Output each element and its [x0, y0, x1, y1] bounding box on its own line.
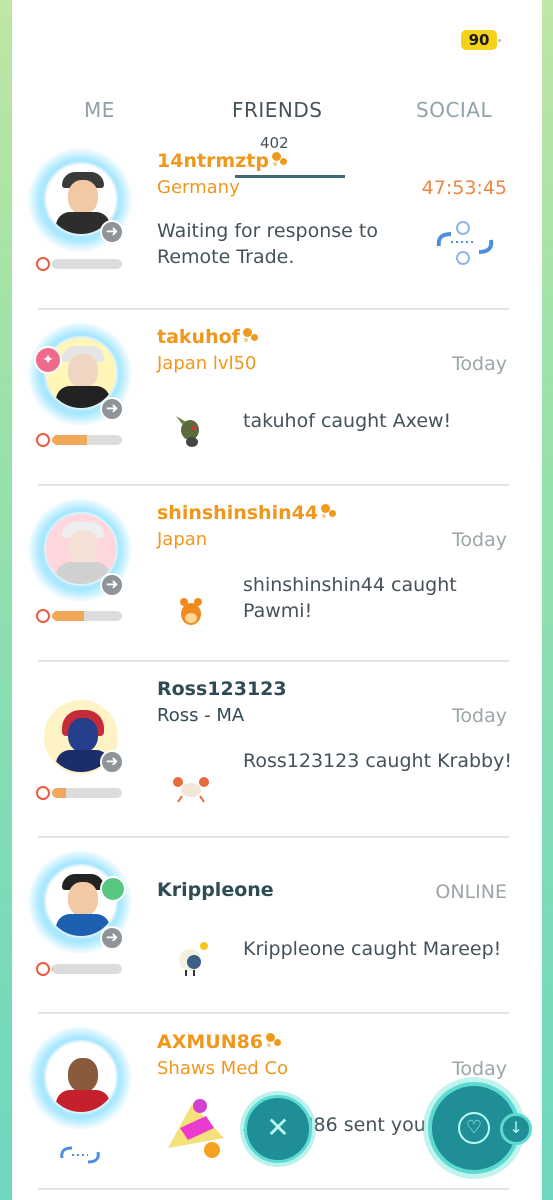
friend-subtitle: Ross - MA [157, 705, 245, 726]
friendship-bar [52, 259, 122, 269]
activity-message: Waiting for response to Remote Trade. [157, 220, 378, 268]
axew-icon [176, 416, 199, 447]
friend-subtitle: Shaws Med Co [157, 1058, 289, 1079]
heart-icon [36, 962, 50, 976]
trade-icon [60, 1146, 100, 1164]
heart-icon [36, 257, 50, 271]
download-icon: ↓ [509, 1118, 523, 1137]
friend-subtitle: Japan lvl50 [157, 353, 257, 374]
activity-message: Krippleone caught Mareep! [243, 938, 502, 960]
divider [38, 660, 509, 662]
online-status-icon [100, 876, 126, 902]
tab-friends[interactable]: FRIENDS [232, 98, 323, 122]
heart-icon [36, 786, 50, 800]
tab-underline [235, 175, 345, 178]
avatar-head [68, 1058, 98, 1092]
activity-message: shinshinshin44 caught Pawmi! [243, 574, 457, 622]
activity-message: takuhof caught Axew! [243, 410, 452, 432]
friend-name: Krippleone [157, 879, 274, 901]
friendship-bar [52, 788, 122, 798]
trade-icon [436, 221, 494, 265]
friend-name: 14ntrmztp [157, 150, 291, 172]
tab-social[interactable]: SOCIAL [416, 98, 492, 122]
gift-icon [168, 1099, 224, 1158]
friend-subtitle: Japan [157, 529, 208, 550]
avatar-head [68, 882, 98, 916]
avatar-head [68, 180, 98, 214]
open-profile-arrow-icon[interactable]: ➜ [100, 220, 124, 244]
last-active: Today [452, 353, 507, 375]
avatar-head [68, 530, 98, 564]
divider [38, 836, 509, 838]
friend-subtitle: Germany [157, 177, 240, 198]
avatar-head [68, 354, 98, 388]
heart-icon [36, 609, 50, 623]
heart-icon [36, 433, 50, 447]
online-status: ONLINE [435, 881, 507, 903]
friendship-bar [52, 611, 122, 621]
friendship-bar [52, 964, 122, 974]
last-active: Today [452, 705, 507, 727]
last-active: Today [452, 1058, 507, 1080]
friend-name: takuhof [157, 326, 262, 348]
tab-me[interactable]: ME [84, 98, 115, 122]
last-active: Today [452, 529, 507, 551]
friendship-bar [52, 435, 122, 445]
divider [38, 308, 509, 310]
pawmi-icon [180, 598, 202, 625]
open-profile-arrow-icon[interactable]: ➜ [100, 750, 124, 774]
avatar-body [56, 1090, 110, 1112]
divider [38, 484, 509, 486]
download-button[interactable]: ↓ [500, 1113, 532, 1145]
divider [38, 1012, 509, 1014]
status-dot [498, 39, 501, 42]
mega-icon: ✦ [34, 346, 62, 374]
krabby-icon [173, 777, 209, 803]
mareep-icon [179, 942, 208, 976]
avatar-head [68, 718, 98, 752]
open-profile-arrow-icon[interactable]: ➜ [100, 573, 124, 597]
divider [38, 1188, 509, 1190]
open-profile-arrow-icon[interactable]: ➜ [100, 926, 124, 950]
activity-message: Ross123123 caught Krabby! [243, 750, 512, 772]
close-icon: ✕ [266, 1111, 290, 1144]
avatar[interactable] [44, 1040, 118, 1114]
tab-bar: ME FRIENDS SOCIAL [0, 98, 553, 128]
open-profile-arrow-icon[interactable]: ➜ [100, 397, 124, 421]
heart-icon: ♡ [458, 1112, 490, 1144]
friend-name: AXMUN86 [157, 1031, 285, 1053]
friend-name: Ross123123 [157, 678, 287, 700]
gift-count-badge: 90 [461, 30, 497, 50]
friend-name: shinshinshin44 [157, 502, 340, 524]
trade-timer: 47:53:45 [421, 177, 507, 199]
close-button[interactable]: ✕ [244, 1095, 312, 1163]
